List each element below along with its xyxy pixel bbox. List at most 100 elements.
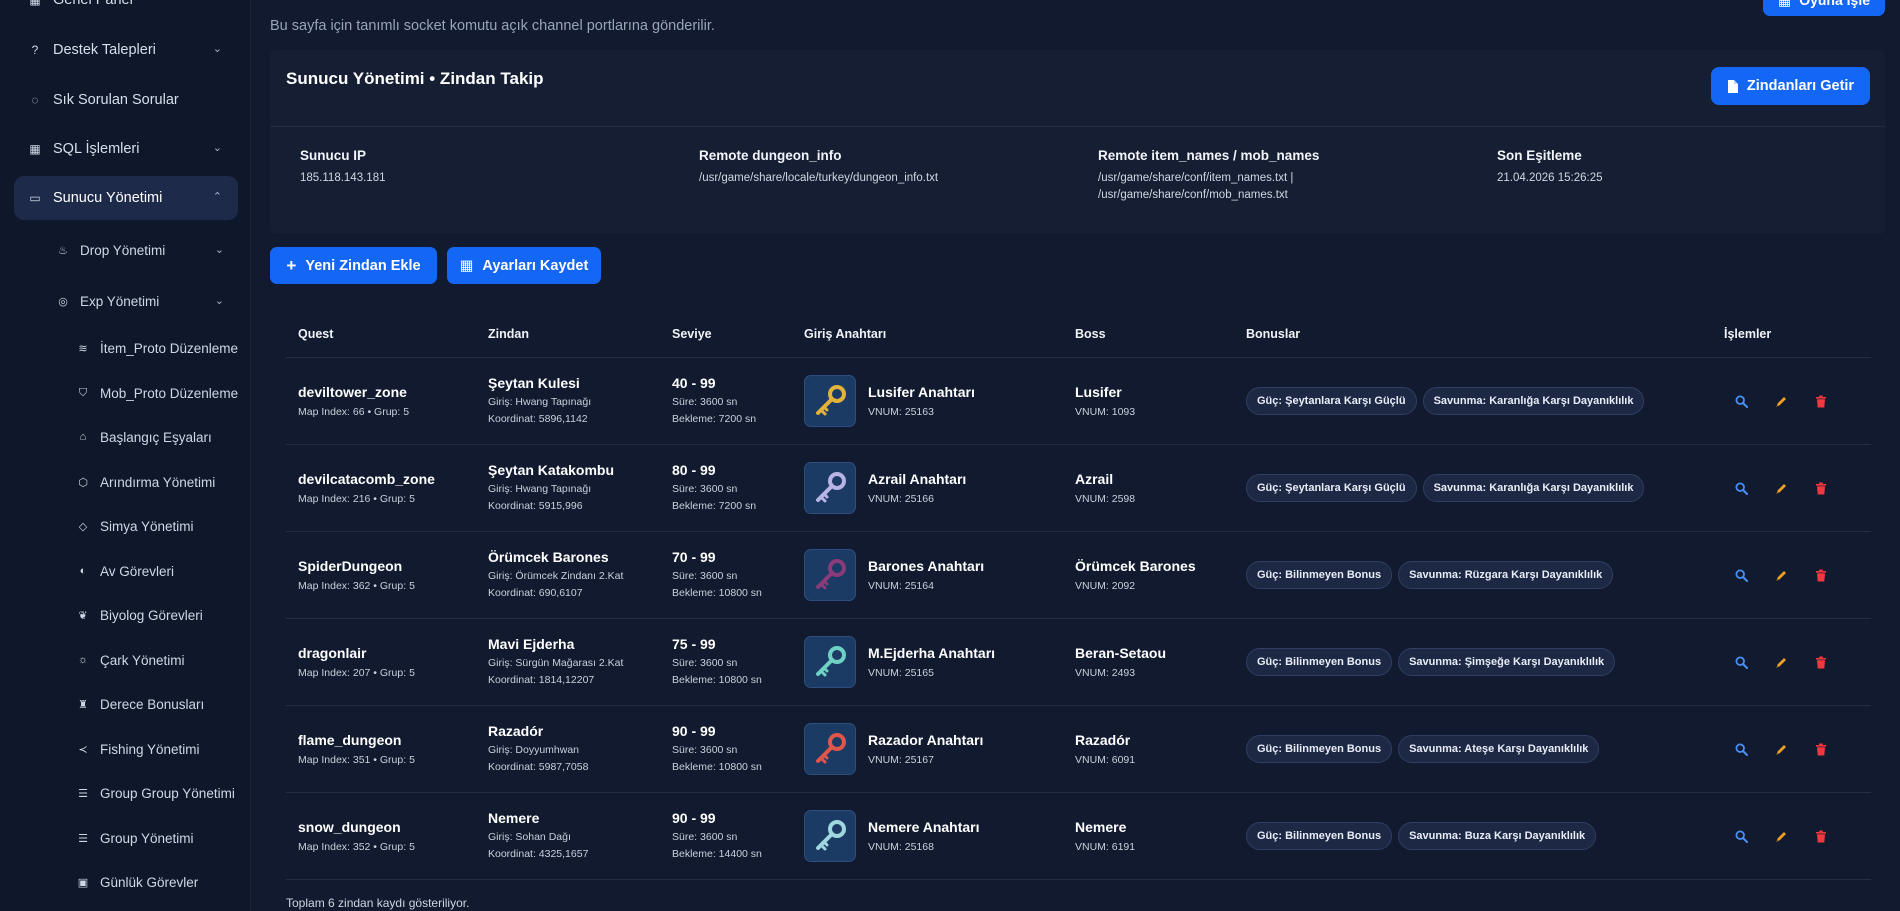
key-vnum: VNUM: 25163 — [868, 406, 934, 418]
list-icon: ☰ — [78, 832, 88, 845]
delete-button[interactable] — [1814, 829, 1828, 843]
grid-icon: ▦ — [29, 142, 41, 156]
sun-icon: ☼ — [77, 654, 89, 666]
sidebar-subitem-group-group[interactable]: ☰ Group Group Yönetimi — [76, 773, 250, 813]
edit-button[interactable] — [1774, 394, 1788, 408]
level-range: 75 - 99 — [672, 636, 716, 652]
view-button[interactable] — [1734, 394, 1748, 408]
add-dungeon-button[interactable]: + Yeni Zindan Ekle — [270, 247, 437, 284]
key-name: M.Ejderha Anahtarı — [868, 645, 996, 661]
bonus-list: Güç: Bilinmeyen Bonus Savunma: Rüzgara K… — [1246, 561, 1614, 589]
quest-cell: deviltower_zone Map Index: 66 • Grup: 5 — [298, 384, 409, 418]
key-glyph-icon — [816, 385, 846, 416]
sidebar-subitem-mob-proto[interactable]: ⛉ Mob_Proto Düzenleme — [76, 373, 250, 413]
sidebar-subitem-label: Exp Yönetimi — [80, 293, 160, 309]
sidebar-subitem-simya[interactable]: ◇ Simya Yönetimi — [76, 506, 250, 546]
sidebar-subitem-baslangic[interactable]: ⌂ Başlangıç Eşyaları — [76, 417, 250, 457]
sidebar-subitem-exp[interactable]: ◎ Exp Yönetimi ⌄ — [56, 281, 238, 321]
sidebar-subitem-derece[interactable]: ♜ Derece Bonusları — [76, 684, 250, 724]
key-cell: Razador Anahtarı VNUM: 25167 — [804, 706, 1064, 793]
boss-vnum: VNUM: 1093 — [1075, 406, 1136, 418]
fetch-dungeons-button[interactable]: Zindanları Getir — [1711, 67, 1870, 105]
trash-icon — [1816, 395, 1826, 407]
bonus-badge: Güç: Bilinmeyen Bonus — [1246, 822, 1393, 850]
view-button[interactable] — [1734, 655, 1748, 669]
key-icon — [804, 723, 856, 775]
sidebar-subitem-av[interactable]: ◐ Av Görevleri — [76, 551, 250, 591]
dungeon-entry: Giriş: Sürgün Mağarası 2.Kat — [488, 657, 624, 669]
sidebar-subitem-group[interactable]: ☰ Group Yönetimi — [76, 818, 250, 858]
view-button[interactable] — [1734, 742, 1748, 756]
bonus-list: Güç: Şeytanlara Karşı Güçlü Savunma: Kar… — [1246, 474, 1645, 502]
dungeon-table: Quest Zindan Seviye Giriş Anahtarı Boss … — [286, 315, 1871, 880]
edit-button[interactable] — [1774, 568, 1788, 582]
key-vnum: VNUM: 25166 — [868, 493, 934, 505]
delete-button[interactable] — [1814, 742, 1828, 756]
edit-button[interactable] — [1774, 742, 1788, 756]
sidebar-item-genel-panel[interactable]: ▦ Genel Panel — [14, 0, 238, 22]
key-icon — [804, 462, 856, 514]
sidebar-subitem-fishing[interactable]: ≺ Fishing Yönetimi — [76, 729, 250, 769]
table-row: SpiderDungeon Map Index: 362 • Grup: 5 Ö… — [286, 532, 1871, 619]
sidebar-subitem-label: Group Group Yönetimi — [100, 785, 235, 801]
sync-to-game-button[interactable]: ▦ Oyuna İşle — [1763, 0, 1885, 16]
view-button[interactable] — [1734, 568, 1748, 582]
delete-button[interactable] — [1814, 481, 1828, 495]
dungeon-entry: Giriş: Hwang Tapınağı — [488, 483, 592, 495]
boss-vnum: VNUM: 6091 — [1075, 754, 1136, 766]
search-icon — [1734, 829, 1748, 843]
sidebar-subitem-biyolog[interactable]: ❦ Biyolog Görevleri — [76, 595, 250, 635]
sidebar-subitem-cark[interactable]: ☼ Çark Yönetimi — [76, 640, 250, 680]
sidebar-subitem-label: Çark Yönetimi — [100, 652, 185, 668]
duration: Süre: 3600 sn — [672, 570, 738, 582]
dungeon-cell: Nemere Giriş: Sohan Dağı Koordinat: 4325… — [488, 810, 588, 860]
view-button[interactable] — [1734, 829, 1748, 843]
sidebar-subitem-arindirma[interactable]: ⬡ Arındırma Yönetimi — [76, 462, 250, 502]
col-dungeon: Zindan — [488, 327, 529, 341]
save-settings-button[interactable]: ▦ Ayarları Kaydet — [447, 247, 601, 284]
table-row: dragonlair Map Index: 207 • Grup: 5 Mavi… — [286, 619, 1871, 706]
sidebar-item-sunucu-yonetimi[interactable]: ▭ Sunucu Yönetimi ⌃ — [14, 176, 238, 220]
sidebar-subitem-gunluk[interactable]: ▣ Günlük Görevler — [76, 862, 250, 902]
sidebar-item-sql[interactable]: ▦ SQL İşlemleri ⌄ — [14, 127, 238, 171]
chevron-down-icon: ⌄ — [214, 244, 224, 256]
sidebar-item-destek-talepleri[interactable]: ? Destek Talepleri ⌄ — [14, 28, 238, 72]
level-cell: 70 - 99 Süre: 3600 sn Bekleme: 10800 sn — [672, 549, 762, 599]
boss-cell: Örümcek Barones VNUM: 2092 — [1075, 558, 1196, 592]
edit-button[interactable] — [1774, 481, 1788, 495]
quest-cell: dragonlair Map Index: 207 • Grup: 5 — [298, 645, 415, 679]
edit-button[interactable] — [1774, 829, 1788, 843]
bonus-badge: Güç: Şeytanlara Karşı Güçlü — [1246, 387, 1417, 415]
key-vnum: VNUM: 25165 — [868, 667, 934, 679]
grid-icon: ▦ — [459, 257, 474, 274]
sidebar-item-sss[interactable]: ◌ Sık Sorulan Sorular — [14, 78, 238, 122]
bonus-badge: Savunma: Ateşe Karşı Dayanıklılık — [1398, 735, 1600, 763]
table-row: flame_dungeon Map Index: 351 • Grup: 5 R… — [286, 706, 1871, 793]
row-actions — [1734, 568, 1828, 582]
sidebar-subitem-label: Av Görevleri — [100, 563, 175, 579]
trash-icon — [1816, 830, 1826, 842]
key-cell: Barones Anahtarı VNUM: 25164 — [804, 532, 1064, 619]
sidebar-subitem-item-proto[interactable]: ≋ İtem_Proto Düzenleme — [76, 328, 250, 368]
boss-vnum: VNUM: 2092 — [1075, 580, 1136, 592]
view-button[interactable] — [1734, 481, 1748, 495]
sidebar-subitem-drop[interactable]: ♨ Drop Yönetimi ⌄ — [56, 230, 238, 270]
list-icon: ☰ — [78, 787, 88, 800]
bonus-badge: Savunma: Rüzgara Karşı Dayanıklılık — [1398, 561, 1614, 589]
quest-meta: Map Index: 362 • Grup: 5 — [298, 580, 415, 592]
row-actions — [1734, 655, 1828, 669]
delete-button[interactable] — [1814, 655, 1828, 669]
server-info-card: Sunucu Yönetimi • Zindan Takip Zindanlar… — [270, 50, 1885, 234]
boss-name: Örümcek Barones — [1075, 558, 1196, 574]
trash-icon — [1816, 743, 1826, 755]
quest-cell: devilcatacomb_zone Map Index: 216 • Grup… — [298, 471, 435, 505]
pencil-icon — [1775, 657, 1786, 668]
quest-name: devilcatacomb_zone — [298, 471, 435, 487]
pencil-icon — [1775, 483, 1786, 494]
cube-icon: ⬡ — [78, 476, 88, 489]
delete-button[interactable] — [1814, 394, 1828, 408]
delete-button[interactable] — [1814, 568, 1828, 582]
boss-name: Azrail — [1075, 471, 1114, 487]
dungeon-coord: Koordinat: 5915,996 — [488, 500, 583, 512]
edit-button[interactable] — [1774, 655, 1788, 669]
